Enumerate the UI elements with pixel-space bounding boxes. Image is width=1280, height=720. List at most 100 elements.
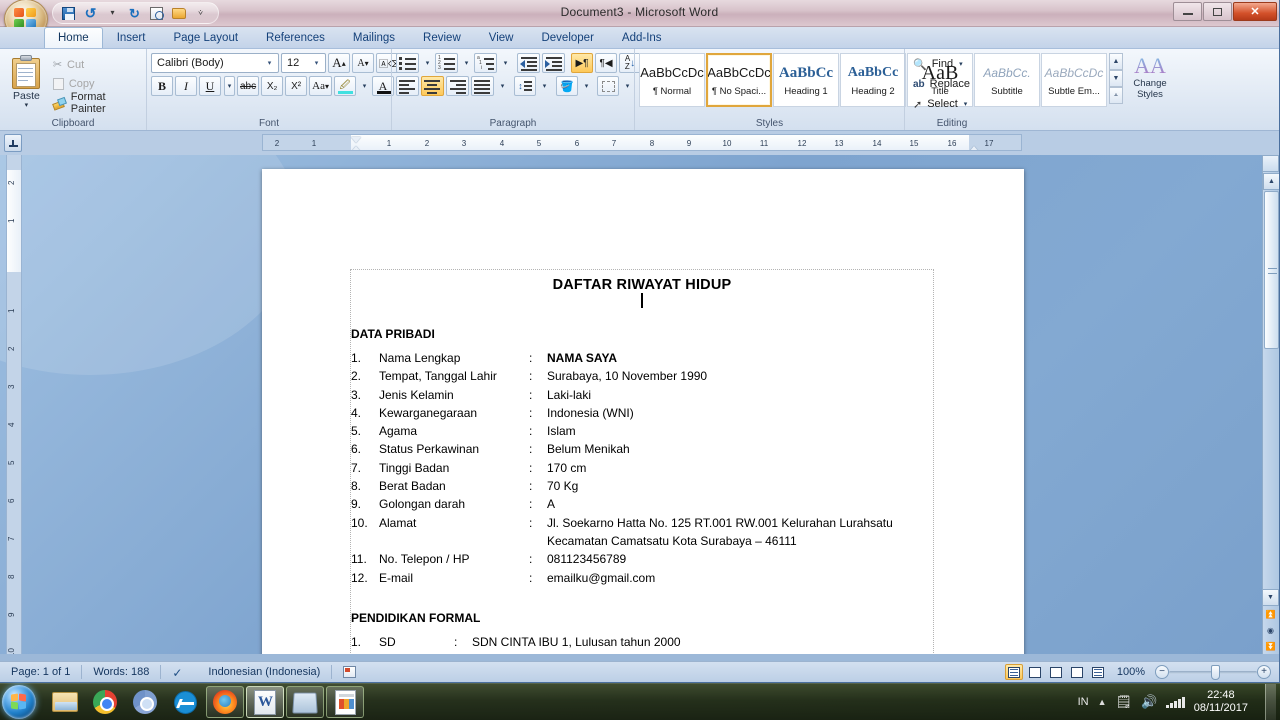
tab-view[interactable]: View [475, 27, 528, 48]
line-spacing-dropdown-icon[interactable]: ▾ [539, 76, 550, 96]
zoom-slider-thumb[interactable] [1211, 664, 1220, 680]
bold-button[interactable]: B [151, 76, 173, 96]
show-desktop-button[interactable] [1265, 683, 1276, 720]
clock[interactable]: 22:48 08/11/2017 [1194, 689, 1256, 715]
text-highlight-color-icon[interactable]: 🖉 [333, 76, 356, 96]
taskbar-sticky-notes[interactable] [286, 686, 324, 718]
tab-references[interactable]: References [252, 27, 339, 48]
document-page[interactable]: DAFTAR RIWAYAT HIDUP DATA PRIBADI 1. Nam… [262, 169, 1024, 654]
style-subtle-emphasis[interactable]: AaBbCcDс Subtle Em... [1041, 53, 1107, 107]
taskbar-mozilla-firefox[interactable] [206, 686, 244, 718]
bullets-dropdown-icon[interactable]: ▾ [422, 53, 433, 73]
styles-scroll-down-icon[interactable]: ▼ [1109, 70, 1123, 87]
select-browse-object-icon[interactable]: ◉ [1262, 622, 1279, 638]
bullets-icon[interactable] [396, 53, 419, 73]
zoom-in-icon[interactable]: + [1257, 665, 1271, 679]
underline-dropdown-icon[interactable]: ▾ [224, 76, 235, 96]
cut-button[interactable]: ✂ Cut [49, 56, 142, 73]
tab-home[interactable]: Home [44, 27, 103, 48]
styles-scroll-up-icon[interactable]: ▲ [1109, 53, 1123, 70]
zoom-level[interactable]: 100% [1110, 666, 1152, 678]
decrease-indent-icon[interactable] [517, 53, 540, 73]
view-full-screen-reading-icon[interactable] [1026, 664, 1044, 680]
style-normal[interactable]: AaBbCcDc ¶ Normal [639, 53, 705, 107]
left-indent-marker[interactable] [351, 146, 361, 150]
zoom-out-icon[interactable]: − [1155, 665, 1169, 679]
alignment-dropdown-icon[interactable]: ▾ [497, 76, 508, 96]
horizontal-ruler[interactable]: 2 1 1 2 3 4 5 6 7 8 9 10 11 12 13 14 15 [262, 134, 1022, 151]
vertical-ruler[interactable]: 2 1 1 2 3 4 5 6 7 8 9 10 11 [6, 155, 22, 654]
scroll-thumb[interactable] [1264, 191, 1279, 349]
multilevel-dropdown-icon[interactable]: ▾ [500, 53, 511, 73]
split-window-handle[interactable] [1262, 155, 1279, 172]
minimize-button[interactable] [1173, 2, 1202, 21]
status-page[interactable]: Page: 1 of 1 [0, 664, 81, 681]
shading-icon[interactable]: 🪣 [556, 76, 578, 96]
paste-button[interactable]: Paste ▾ [4, 53, 49, 109]
tab-page-layout[interactable]: Page Layout [159, 27, 252, 48]
multilevel-list-icon[interactable]: a 1 i [474, 53, 497, 73]
numbering-dropdown-icon[interactable]: ▾ [461, 53, 472, 73]
taskbar-microsoft-word[interactable] [246, 686, 284, 718]
shrink-font-button[interactable]: A ▾ [352, 53, 374, 73]
change-case-button[interactable]: Aa ▾ [309, 76, 332, 96]
paste-dropdown-icon[interactable]: ▾ [25, 102, 29, 109]
italic-button[interactable]: I [175, 76, 197, 96]
network-signal-icon[interactable] [1166, 696, 1185, 708]
grow-font-button[interactable]: A ▴ [328, 53, 350, 73]
select-button[interactable]: ➚ Select ▾ [909, 95, 974, 113]
borders-dropdown-icon[interactable]: ▾ [622, 76, 633, 96]
previous-page-icon[interactable]: ⏫ [1262, 606, 1279, 622]
right-indent-marker[interactable] [969, 146, 979, 150]
tab-stop-selector-button[interactable] [4, 134, 22, 152]
taskbar-chromium[interactable] [126, 686, 164, 718]
view-web-layout-icon[interactable] [1047, 664, 1065, 680]
subscript-button[interactable]: X₂ [261, 76, 284, 96]
copy-button[interactable]: Copy [49, 75, 142, 92]
tab-insert[interactable]: Insert [103, 27, 160, 48]
start-button[interactable] [2, 685, 36, 719]
shading-dropdown-icon[interactable]: ▾ [581, 76, 592, 96]
status-proofing-icon[interactable]: ✓ [161, 664, 197, 681]
document-text-frame[interactable]: DAFTAR RIWAYAT HIDUP DATA PRIBADI 1. Nam… [350, 269, 934, 654]
show-hidden-icons-icon[interactable]: ▲ [1098, 697, 1107, 707]
next-page-icon[interactable]: ⏬ [1262, 638, 1279, 654]
view-draft-icon[interactable] [1089, 664, 1107, 680]
view-outline-icon[interactable] [1068, 664, 1086, 680]
tab-developer[interactable]: Developer [527, 27, 607, 48]
font-size-dropdown-icon[interactable]: ▾ [310, 59, 323, 67]
close-button[interactable]: ✕ [1233, 2, 1277, 21]
volume-icon[interactable]: 🔊 [1141, 694, 1157, 710]
status-language[interactable]: Indonesian (Indonesia) [197, 664, 331, 681]
underline-button[interactable]: U [199, 76, 221, 96]
style-no-spacing[interactable]: AaBbCcDc ¶ No Spaci... [706, 53, 772, 107]
tab-mailings[interactable]: Mailings [339, 27, 409, 48]
change-styles-button[interactable]: AA Change Styles [1124, 53, 1176, 101]
increase-indent-icon[interactable] [542, 53, 565, 73]
highlight-dropdown-icon[interactable]: ▾ [359, 76, 370, 96]
superscript-button[interactable]: X² [285, 76, 308, 96]
find-button[interactable]: 🔍 Find ▾ [909, 55, 974, 73]
status-macro-icon[interactable] [332, 664, 367, 681]
restore-button[interactable] [1203, 2, 1232, 21]
strikethrough-button[interactable]: abc [237, 76, 260, 96]
style-heading-2[interactable]: AaBbCc Heading 2 [840, 53, 906, 107]
language-indicator[interactable]: IN [1078, 696, 1089, 708]
taskbar-windows-explorer[interactable] [46, 686, 84, 718]
first-line-indent-marker[interactable] [351, 137, 361, 143]
status-word-count[interactable]: Words: 188 [82, 664, 160, 681]
taskbar-powerpoint[interactable] [326, 686, 364, 718]
action-center-icon[interactable]: 🗒 [1116, 694, 1133, 710]
vertical-scrollbar[interactable]: ▲ ▼ ⏫ ◉ ⏬ [1262, 155, 1279, 654]
align-right-button[interactable] [446, 76, 469, 96]
styles-more-icon[interactable]: ⩡ [1109, 87, 1123, 104]
taskbar-teamviewer[interactable] [166, 686, 204, 718]
font-size-combo[interactable]: 12 ▾ [281, 53, 326, 73]
taskbar-google-chrome[interactable] [86, 686, 124, 718]
format-painter-button[interactable]: Format Painter [49, 91, 142, 115]
align-left-button[interactable] [396, 76, 419, 96]
rtl-text-direction-button[interactable]: ¶◀ [595, 53, 617, 73]
tab-review[interactable]: Review [409, 27, 475, 48]
view-print-layout-icon[interactable] [1004, 664, 1023, 680]
tab-add-ins[interactable]: Add-Ins [608, 27, 676, 48]
